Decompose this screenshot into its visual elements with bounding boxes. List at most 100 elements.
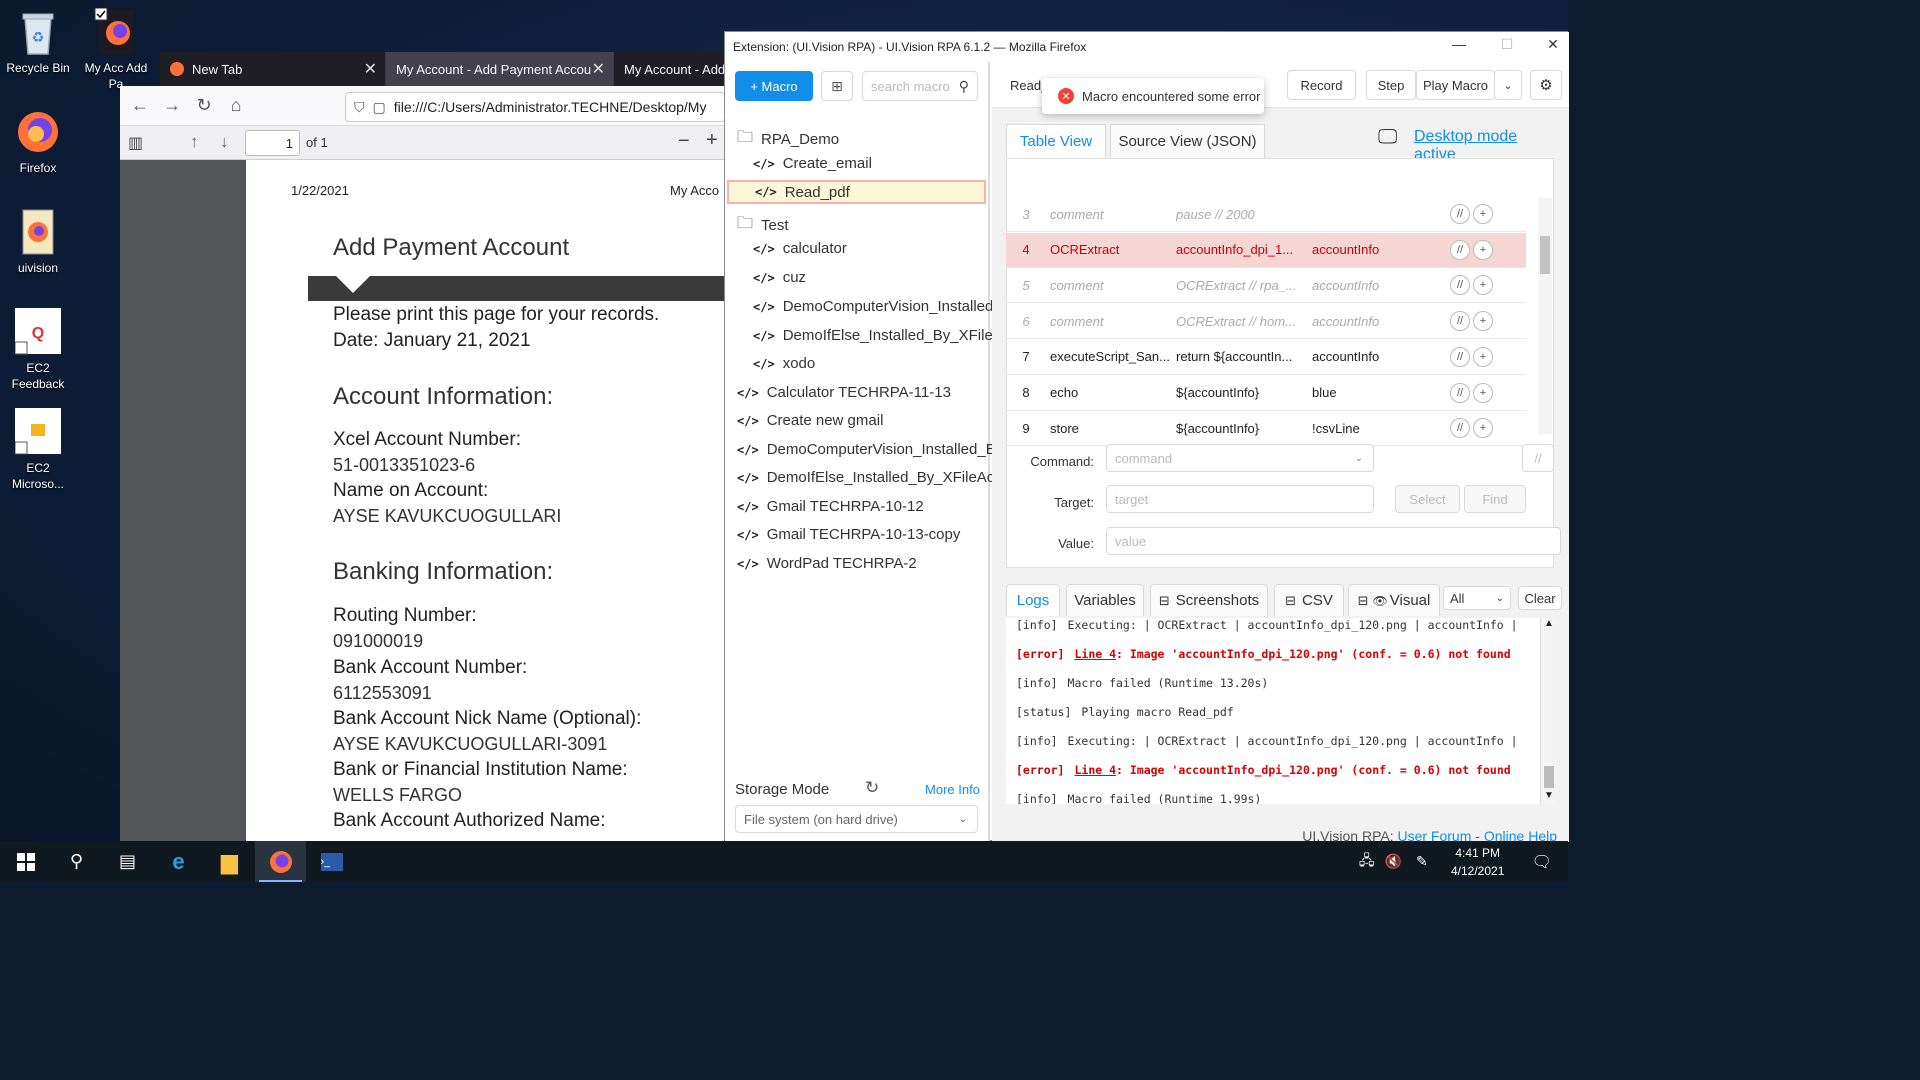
- command-row[interactable]: 4 OCRExtract accountInfo_dpi_1... accountIn…: [1006, 232, 1526, 268]
- log-line-link[interactable]: Line 4: [1074, 763, 1116, 777]
- comment-toggle-button[interactable]: //: [1522, 444, 1554, 472]
- forward-icon[interactable]: →: [156, 95, 188, 116]
- macro-item[interactable]: </> Create new gmail: [737, 412, 883, 429]
- command-row[interactable]: 3 comment pause // 2000 //+: [1006, 197, 1526, 232]
- settings-button[interactable]: ⚙: [1530, 70, 1562, 100]
- clock[interactable]: 4:41 PM 4/12/2021: [1438, 844, 1518, 880]
- macro-item[interactable]: </> Gmail TECHRPA-10-13-copy: [737, 526, 960, 543]
- taskbar-powershell[interactable]: ›_: [306, 841, 357, 882]
- macro-item[interactable]: </> Calculator TECHRPA-11-13: [737, 384, 951, 401]
- comment-row-button[interactable]: //: [1450, 311, 1470, 332]
- macro-item[interactable]: </> calculator: [753, 240, 847, 257]
- add-row-button[interactable]: +: [1473, 275, 1493, 296]
- comment-row-button[interactable]: //: [1450, 418, 1470, 439]
- tab-source-view[interactable]: Source View (JSON): [1110, 124, 1265, 158]
- log-line-link[interactable]: Line 4: [1074, 647, 1116, 661]
- comment-row-button[interactable]: //: [1450, 275, 1470, 296]
- macro-item[interactable]: </> Read_pdf: [727, 180, 986, 204]
- minimize-icon[interactable]: —: [1439, 36, 1479, 52]
- taskbar-ie[interactable]: e: [153, 841, 204, 882]
- task-view-button[interactable]: ▤: [102, 841, 153, 882]
- notification-icon[interactable]: 🗨: [1532, 852, 1552, 872]
- value-input[interactable]: value: [1106, 527, 1561, 555]
- tab-table-view[interactable]: Table View: [1006, 124, 1106, 158]
- macro-folder[interactable]: 🗀 RPA_Demo: [737, 126, 839, 153]
- macro-item[interactable]: </> DemoComputerVision_Installed_By: [753, 298, 1019, 315]
- new-folder-button[interactable]: ⊞: [821, 71, 853, 101]
- add-row-button[interactable]: +: [1473, 311, 1493, 332]
- tab-screenshots[interactable]: ⊟ Screenshots: [1150, 584, 1268, 616]
- macro-item[interactable]: </> Create_email: [753, 155, 872, 172]
- add-row-button[interactable]: +: [1473, 239, 1493, 260]
- command-select[interactable]: command ⌄: [1106, 444, 1374, 472]
- scrollbar-thumb[interactable]: [1544, 766, 1554, 788]
- desktop-icon-recycle-bin[interactable]: ♻ Recycle Bin: [0, 8, 76, 76]
- macro-item[interactable]: </> DemoIfElse_Installed_By_XFileAccess: [737, 469, 1025, 486]
- home-icon[interactable]: ⌂: [220, 95, 252, 116]
- add-row-button[interactable]: +: [1473, 346, 1493, 367]
- macro-item[interactable]: </> xodo: [753, 355, 815, 372]
- tab-variables[interactable]: Variables: [1066, 584, 1144, 616]
- macro-item[interactable]: </> DemoIfElse_Installed_By_XFileAcce: [753, 327, 1026, 344]
- network-icon[interactable]: 🖧: [1359, 850, 1375, 874]
- volume-muted-icon[interactable]: 🔇: [1385, 853, 1402, 870]
- scroll-down-icon[interactable]: ▼: [1544, 790, 1554, 801]
- tab-visual[interactable]: ⊟ 👁 Visual: [1348, 584, 1440, 616]
- tab-csv[interactable]: ⊟ CSV: [1274, 584, 1344, 616]
- macro-item[interactable]: </> DemoComputerVision_Installed_By_X: [737, 441, 1022, 458]
- command-row[interactable]: 9 store ${accountInfo} !csvLine //+: [1006, 411, 1526, 447]
- comment-row-button[interactable]: //: [1450, 204, 1470, 224]
- tab-new-tab[interactable]: New Tab ✕: [160, 52, 386, 86]
- desktop-icon-ec2-microsoft[interactable]: EC2 Microso...: [0, 408, 76, 492]
- refresh-icon[interactable]: ↻: [865, 778, 879, 798]
- search-button[interactable]: ⚲: [51, 841, 102, 882]
- next-page-icon[interactable]: ↓: [220, 132, 229, 152]
- command-row[interactable]: 5 comment OCRExtract // rpa_... accountInfo…: [1006, 268, 1526, 304]
- macro-item[interactable]: </> cuz: [753, 269, 806, 286]
- add-row-button[interactable]: +: [1473, 418, 1493, 439]
- desktop-icon-ec2-feedback[interactable]: Q EC2 Feedback: [0, 308, 76, 392]
- page-number-input[interactable]: 1: [245, 130, 300, 156]
- search-macro-input[interactable]: search macro ⚲: [862, 71, 978, 101]
- find-button[interactable]: Find: [1464, 485, 1526, 513]
- storage-mode-select[interactable]: File system (on hard drive) ⌄: [735, 805, 978, 833]
- record-button[interactable]: Record: [1287, 70, 1356, 100]
- target-input[interactable]: target: [1106, 485, 1374, 513]
- play-dropdown-button[interactable]: ⌄: [1494, 70, 1522, 100]
- taskbar-firefox[interactable]: [255, 841, 306, 882]
- command-row[interactable]: 6 comment OCRExtract // hom... accountInfo /…: [1006, 304, 1526, 340]
- more-info-link[interactable]: More Info: [925, 782, 980, 797]
- start-button[interactable]: [0, 841, 51, 882]
- zoom-out-icon[interactable]: −: [678, 130, 690, 153]
- add-macro-button[interactable]: + Macro: [735, 71, 813, 101]
- url-bar[interactable]: ⛉ ▢ file:///C:/Users/Administrator.TECHN…: [345, 92, 725, 122]
- close-tab-icon[interactable]: ✕: [592, 59, 605, 79]
- taskbar-explorer[interactable]: ▆: [204, 841, 255, 882]
- add-row-button[interactable]: +: [1473, 204, 1493, 224]
- clear-logs-button[interactable]: Clear: [1518, 586, 1562, 610]
- tab-add-2[interactable]: My Account - Add: [614, 52, 725, 86]
- tab-logs[interactable]: Logs: [1006, 584, 1060, 616]
- add-row-button[interactable]: +: [1473, 382, 1493, 403]
- tab-add-payment[interactable]: My Account - Add Payment Accoun ✕: [386, 52, 614, 86]
- zoom-in-icon[interactable]: +: [706, 129, 718, 152]
- command-row[interactable]: 8 echo ${accountInfo} blue //+: [1006, 376, 1526, 411]
- select-button[interactable]: Select: [1395, 485, 1460, 513]
- command-row[interactable]: 7 executeScript_San... return ${accountIn.…: [1006, 340, 1526, 375]
- macro-item[interactable]: </> Gmail TECHRPA-10-12: [737, 498, 924, 515]
- back-icon[interactable]: ←: [124, 95, 156, 116]
- play-macro-button[interactable]: Play Macro: [1416, 70, 1495, 100]
- close-icon[interactable]: ✕: [1533, 36, 1573, 53]
- log-filter-select[interactable]: All ⌄: [1443, 586, 1511, 610]
- close-tab-icon[interactable]: ✕: [364, 59, 377, 79]
- desktop-icon-firefox[interactable]: Firefox: [0, 108, 76, 176]
- comment-row-button[interactable]: //: [1450, 382, 1470, 403]
- macro-item[interactable]: </> WordPad TECHRPA-2: [737, 555, 917, 572]
- step-button[interactable]: Step: [1366, 70, 1416, 100]
- prev-page-icon[interactable]: ↑: [190, 132, 199, 152]
- desktop-icon-my-account[interactable]: My Acc Add Pa: [78, 7, 154, 92]
- sidebar-toggle-icon[interactable]: ▥: [128, 133, 143, 153]
- pen-icon[interactable]: ✎: [1416, 853, 1428, 870]
- maximize-icon[interactable]: ☐: [1487, 36, 1527, 53]
- desktop-icon-uivision[interactable]: uivision: [0, 208, 76, 276]
